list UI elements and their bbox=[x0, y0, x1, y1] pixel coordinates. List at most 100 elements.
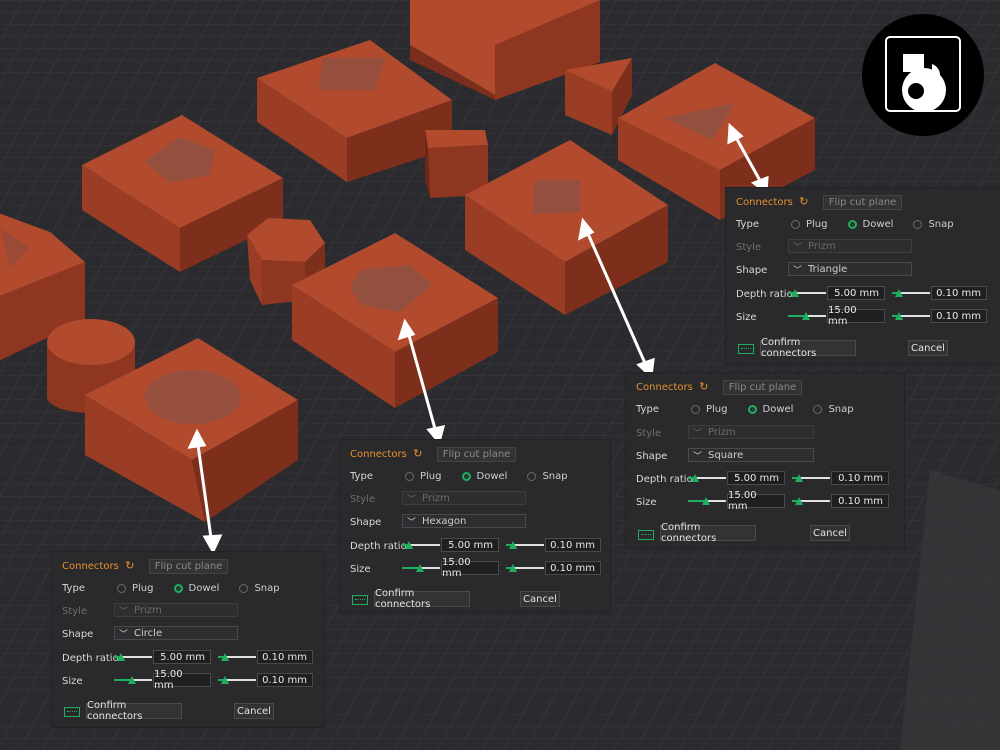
shape-select[interactable]: ﹀ Triangle bbox=[788, 262, 912, 276]
size-slider[interactable] bbox=[788, 309, 826, 323]
shape-label: Shape bbox=[350, 516, 382, 528]
flip-cut-plane-button[interactable]: Flip cut plane bbox=[148, 558, 229, 574]
confirm-connectors-button[interactable]: Confirm connectors bbox=[374, 588, 470, 610]
radio-plug[interactable]: Plug bbox=[405, 471, 442, 482]
radio-snap[interactable]: Snap bbox=[913, 219, 954, 230]
size-tolerance-slider[interactable] bbox=[506, 561, 544, 575]
flip-cut-plane-button[interactable]: Flip cut plane bbox=[722, 379, 803, 395]
style-label: Style bbox=[62, 605, 88, 617]
radio-dowel[interactable]: Dowel bbox=[747, 404, 793, 415]
keyboard-icon[interactable] bbox=[352, 595, 368, 605]
reset-icon[interactable]: ↻ bbox=[697, 380, 711, 394]
size-slider[interactable] bbox=[402, 561, 440, 575]
depth-tolerance-slider[interactable] bbox=[218, 650, 256, 664]
chevron-down-icon: ﹀ bbox=[793, 265, 803, 276]
depth-ratio-slider[interactable] bbox=[114, 650, 152, 664]
flip-cut-plane-button[interactable]: Flip cut plane bbox=[822, 194, 903, 210]
size-input[interactable]: 15.00 mm bbox=[827, 305, 885, 327]
chevron-down-icon: ﹀ bbox=[119, 629, 129, 640]
radio-snap[interactable]: Snap bbox=[813, 404, 854, 415]
reset-icon[interactable]: ↻ bbox=[797, 195, 811, 209]
style-label: Style bbox=[736, 241, 762, 253]
depth-ratio-slider[interactable] bbox=[402, 538, 440, 552]
size-tolerance-input[interactable]: 0.10 mm bbox=[831, 494, 889, 508]
shape-select[interactable]: ﹀ Hexagon bbox=[402, 514, 526, 528]
panel-title: Connectors bbox=[736, 196, 793, 208]
panel-title: Connectors bbox=[350, 448, 407, 460]
confirm-connectors-button[interactable]: Confirm connectors bbox=[760, 337, 856, 359]
style-label: Style bbox=[636, 427, 662, 439]
size-tolerance-input[interactable]: 0.10 mm bbox=[257, 673, 313, 687]
size-tolerance-slider[interactable] bbox=[892, 309, 930, 323]
size-label: Size bbox=[62, 675, 83, 687]
shape-label: Shape bbox=[736, 264, 768, 276]
radio-dowel[interactable]: Dowel bbox=[461, 471, 507, 482]
size-label: Size bbox=[736, 311, 757, 323]
type-label: Type bbox=[636, 403, 659, 415]
size-label: Size bbox=[350, 563, 371, 575]
depth-tolerance-input[interactable]: 0.10 mm bbox=[257, 650, 313, 664]
cancel-button[interactable]: Cancel bbox=[810, 525, 850, 541]
shape-select[interactable]: ﹀ Circle bbox=[114, 626, 238, 640]
chevron-down-icon: ﹀ bbox=[793, 242, 803, 253]
depth-tolerance-input[interactable]: 0.10 mm bbox=[931, 286, 987, 300]
keyboard-icon[interactable] bbox=[638, 530, 654, 540]
size-tolerance-input[interactable]: 0.10 mm bbox=[931, 309, 987, 323]
style-label: Style bbox=[350, 493, 376, 505]
chevron-down-icon: ﹀ bbox=[119, 606, 129, 617]
size-slider[interactable] bbox=[688, 494, 726, 508]
depth-tolerance-slider[interactable] bbox=[892, 286, 930, 300]
style-select: ﹀ Prizm bbox=[688, 425, 814, 439]
depth-ratio-label: Depth ratio bbox=[350, 540, 407, 552]
reset-icon[interactable]: ↻ bbox=[411, 447, 425, 461]
depth-tolerance-input[interactable]: 0.10 mm bbox=[545, 538, 601, 552]
depth-ratio-input[interactable]: 5.00 mm bbox=[153, 650, 211, 664]
chevron-down-icon: ﹀ bbox=[693, 451, 703, 462]
depth-ratio-slider[interactable] bbox=[688, 471, 726, 485]
flip-cut-plane-button[interactable]: Flip cut plane bbox=[436, 446, 517, 462]
type-label: Type bbox=[350, 470, 373, 482]
size-tolerance-slider[interactable] bbox=[218, 673, 256, 687]
cancel-button[interactable]: Cancel bbox=[908, 340, 948, 356]
size-slider[interactable] bbox=[114, 673, 152, 687]
connectors-panel-triangle: Connectors ↻ Flip cut plane Type Plug Do… bbox=[726, 188, 1000, 364]
shape-select[interactable]: ﹀ Square bbox=[688, 448, 814, 462]
type-label: Type bbox=[736, 218, 759, 230]
type-label: Type bbox=[62, 582, 85, 594]
size-input[interactable]: 15.00 mm bbox=[153, 669, 211, 691]
reset-icon[interactable]: ↻ bbox=[123, 559, 137, 573]
cancel-button[interactable]: Cancel bbox=[520, 591, 560, 607]
radio-plug[interactable]: Plug bbox=[117, 583, 154, 594]
radio-plug[interactable]: Plug bbox=[691, 404, 728, 415]
depth-tolerance-input[interactable]: 0.10 mm bbox=[831, 471, 889, 485]
keyboard-icon[interactable] bbox=[64, 707, 80, 717]
radio-plug[interactable]: Plug bbox=[791, 219, 828, 230]
radio-dowel[interactable]: Dowel bbox=[847, 219, 893, 230]
keyboard-icon[interactable] bbox=[738, 344, 754, 354]
shape-label: Shape bbox=[62, 628, 94, 640]
confirm-connectors-button[interactable]: Confirm connectors bbox=[86, 700, 182, 722]
depth-ratio-input[interactable]: 5.00 mm bbox=[827, 286, 885, 300]
radio-dowel[interactable]: Dowel bbox=[173, 583, 219, 594]
depth-ratio-input[interactable]: 5.00 mm bbox=[441, 538, 499, 552]
connectors-panel-hexagon: Connectors ↻ Flip cut plane Type Plug Do… bbox=[340, 440, 610, 612]
panel-title: Connectors bbox=[62, 560, 119, 572]
logo-icon bbox=[862, 14, 984, 136]
radio-snap[interactable]: Snap bbox=[527, 471, 568, 482]
depth-tolerance-slider[interactable] bbox=[506, 538, 544, 552]
radio-snap[interactable]: Snap bbox=[239, 583, 280, 594]
size-input[interactable]: 15.00 mm bbox=[727, 490, 785, 512]
depth-ratio-label: Depth ratio bbox=[62, 652, 119, 664]
size-input[interactable]: 15.00 mm bbox=[441, 557, 499, 579]
depth-ratio-label: Depth ratio bbox=[736, 288, 793, 300]
panel-title: Connectors bbox=[636, 381, 693, 393]
depth-tolerance-slider[interactable] bbox=[792, 471, 830, 485]
size-tolerance-input[interactable]: 0.10 mm bbox=[545, 561, 601, 575]
size-tolerance-slider[interactable] bbox=[792, 494, 830, 508]
chevron-down-icon: ﹀ bbox=[693, 428, 703, 439]
depth-ratio-input[interactable]: 5.00 mm bbox=[727, 471, 785, 485]
cancel-button[interactable]: Cancel bbox=[234, 703, 274, 719]
chevron-down-icon: ﹀ bbox=[407, 494, 417, 505]
depth-ratio-slider[interactable] bbox=[788, 286, 826, 300]
confirm-connectors-button[interactable]: Confirm connectors bbox=[660, 522, 756, 544]
